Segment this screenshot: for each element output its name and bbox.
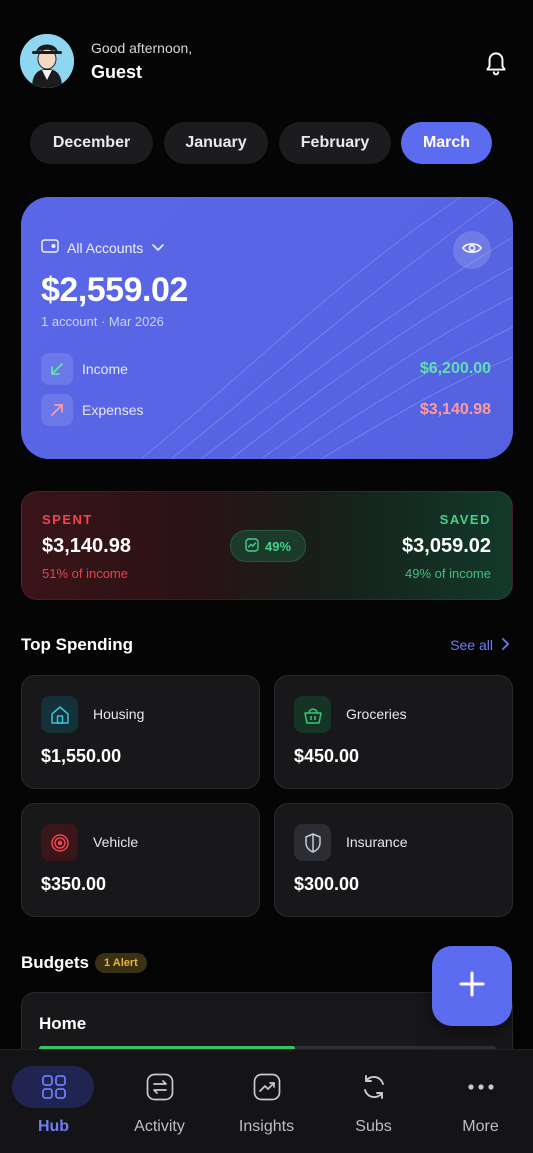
- avatar[interactable]: [20, 34, 74, 88]
- nav-label: Activity: [134, 1118, 185, 1135]
- category-amount: $450.00: [294, 746, 360, 766]
- chevron-down-icon: [151, 240, 165, 256]
- visibility-toggle[interactable]: [453, 231, 491, 269]
- nav-label: Insights: [238, 1118, 295, 1135]
- month-pill-january[interactable]: January: [164, 122, 268, 164]
- month-pill-march[interactable]: March: [401, 122, 492, 164]
- nav-label: Subs: [355, 1118, 392, 1135]
- expenses-value: $3,140.98: [419, 401, 491, 418]
- trend-icon: [252, 1072, 282, 1102]
- category-amount: $300.00: [294, 874, 360, 894]
- nav-label: More: [462, 1118, 499, 1135]
- balance-amount: $2,559.02: [41, 271, 188, 309]
- top-spending-title: Top Spending: [21, 635, 134, 654]
- nav-item-more[interactable]: More: [427, 1050, 533, 1153]
- account-selector-label: All Accounts: [67, 239, 144, 256]
- expenses-row: Expenses $3,140.98: [41, 394, 491, 426]
- nav-label: Hub: [37, 1118, 70, 1135]
- wheel-icon: [41, 824, 78, 861]
- income-value: $6,200.00: [419, 360, 491, 377]
- category-name: Housing: [93, 706, 145, 722]
- arrow-down-left-icon: [41, 353, 73, 385]
- category-name: Insurance: [346, 834, 408, 850]
- balance-subtitle: 1 account · Mar 2026: [41, 314, 164, 329]
- spent-label: SPENT: [42, 512, 93, 527]
- category-name: Groceries: [346, 706, 407, 722]
- category-amount: $350.00: [41, 874, 107, 894]
- shield-icon: [294, 824, 331, 861]
- category-card-groceries[interactable]: Groceries $450.00: [274, 675, 513, 789]
- chevron-right-icon: [501, 637, 510, 653]
- add-button[interactable]: [432, 946, 512, 1026]
- house-icon: [41, 696, 78, 733]
- category-card-insurance[interactable]: Insurance $300.00: [274, 803, 513, 917]
- plus-icon: [458, 970, 486, 1003]
- spent-saved-card: SPENT $3,140.98 51% of income 49% SAVED …: [21, 491, 513, 600]
- category-card-housing[interactable]: Housing $1,550.00: [21, 675, 260, 789]
- savings-rate-badge: 49%: [230, 530, 306, 562]
- user-name: Guest: [91, 62, 143, 82]
- basket-icon: [294, 696, 331, 733]
- bell-icon[interactable]: [483, 48, 509, 76]
- budgets-title: Budgets: [21, 953, 89, 972]
- category-name: Vehicle: [93, 834, 139, 850]
- alert-badge: 1 Alert: [95, 953, 147, 973]
- nav-item-hub[interactable]: Hub: [0, 1050, 107, 1153]
- more-icon: [466, 1072, 496, 1102]
- category-amount: $1,550.00: [41, 746, 122, 766]
- greeting-text: Good afternoon,: [91, 40, 193, 56]
- wallet-icon: [41, 238, 59, 257]
- saved-label: SAVED: [439, 512, 491, 527]
- bottom-nav: Hub Activity Insights Subs More: [0, 1049, 533, 1153]
- nav-item-subs[interactable]: Subs: [320, 1050, 427, 1153]
- grid-icon: [39, 1072, 69, 1102]
- arrow-up-right-icon: [41, 394, 73, 426]
- saved-amount: $3,059.02: [402, 535, 491, 557]
- month-pill-february[interactable]: February: [279, 122, 391, 164]
- saved-subtitle: 49% of income: [405, 566, 491, 581]
- spent-subtitle: 51% of income: [42, 566, 128, 581]
- category-card-vehicle[interactable]: Vehicle $350.00: [21, 803, 260, 917]
- see-all-label: See all: [450, 637, 493, 653]
- header: Good afternoon, Guest: [20, 34, 513, 90]
- nav-item-activity[interactable]: Activity: [106, 1050, 213, 1153]
- month-pill-december[interactable]: December: [30, 122, 153, 164]
- trend-up-icon: [245, 537, 259, 555]
- account-selector[interactable]: All Accounts: [41, 238, 165, 257]
- nav-item-insights[interactable]: Insights: [213, 1050, 320, 1153]
- savings-rate-value: 49%: [264, 538, 292, 554]
- transfer-icon: [145, 1072, 175, 1102]
- income-row: Income $6,200.00: [41, 353, 491, 385]
- balance-card: All Accounts $2,559.02 1 account · Mar 2…: [21, 197, 513, 459]
- eye-icon: [462, 241, 482, 260]
- budget-name: Home: [39, 1014, 87, 1033]
- refresh-icon: [359, 1072, 389, 1102]
- spent-amount: $3,140.98: [42, 535, 131, 557]
- income-label: Income: [82, 361, 128, 377]
- expenses-label: Expenses: [82, 402, 144, 418]
- see-all-link[interactable]: See all: [450, 637, 510, 653]
